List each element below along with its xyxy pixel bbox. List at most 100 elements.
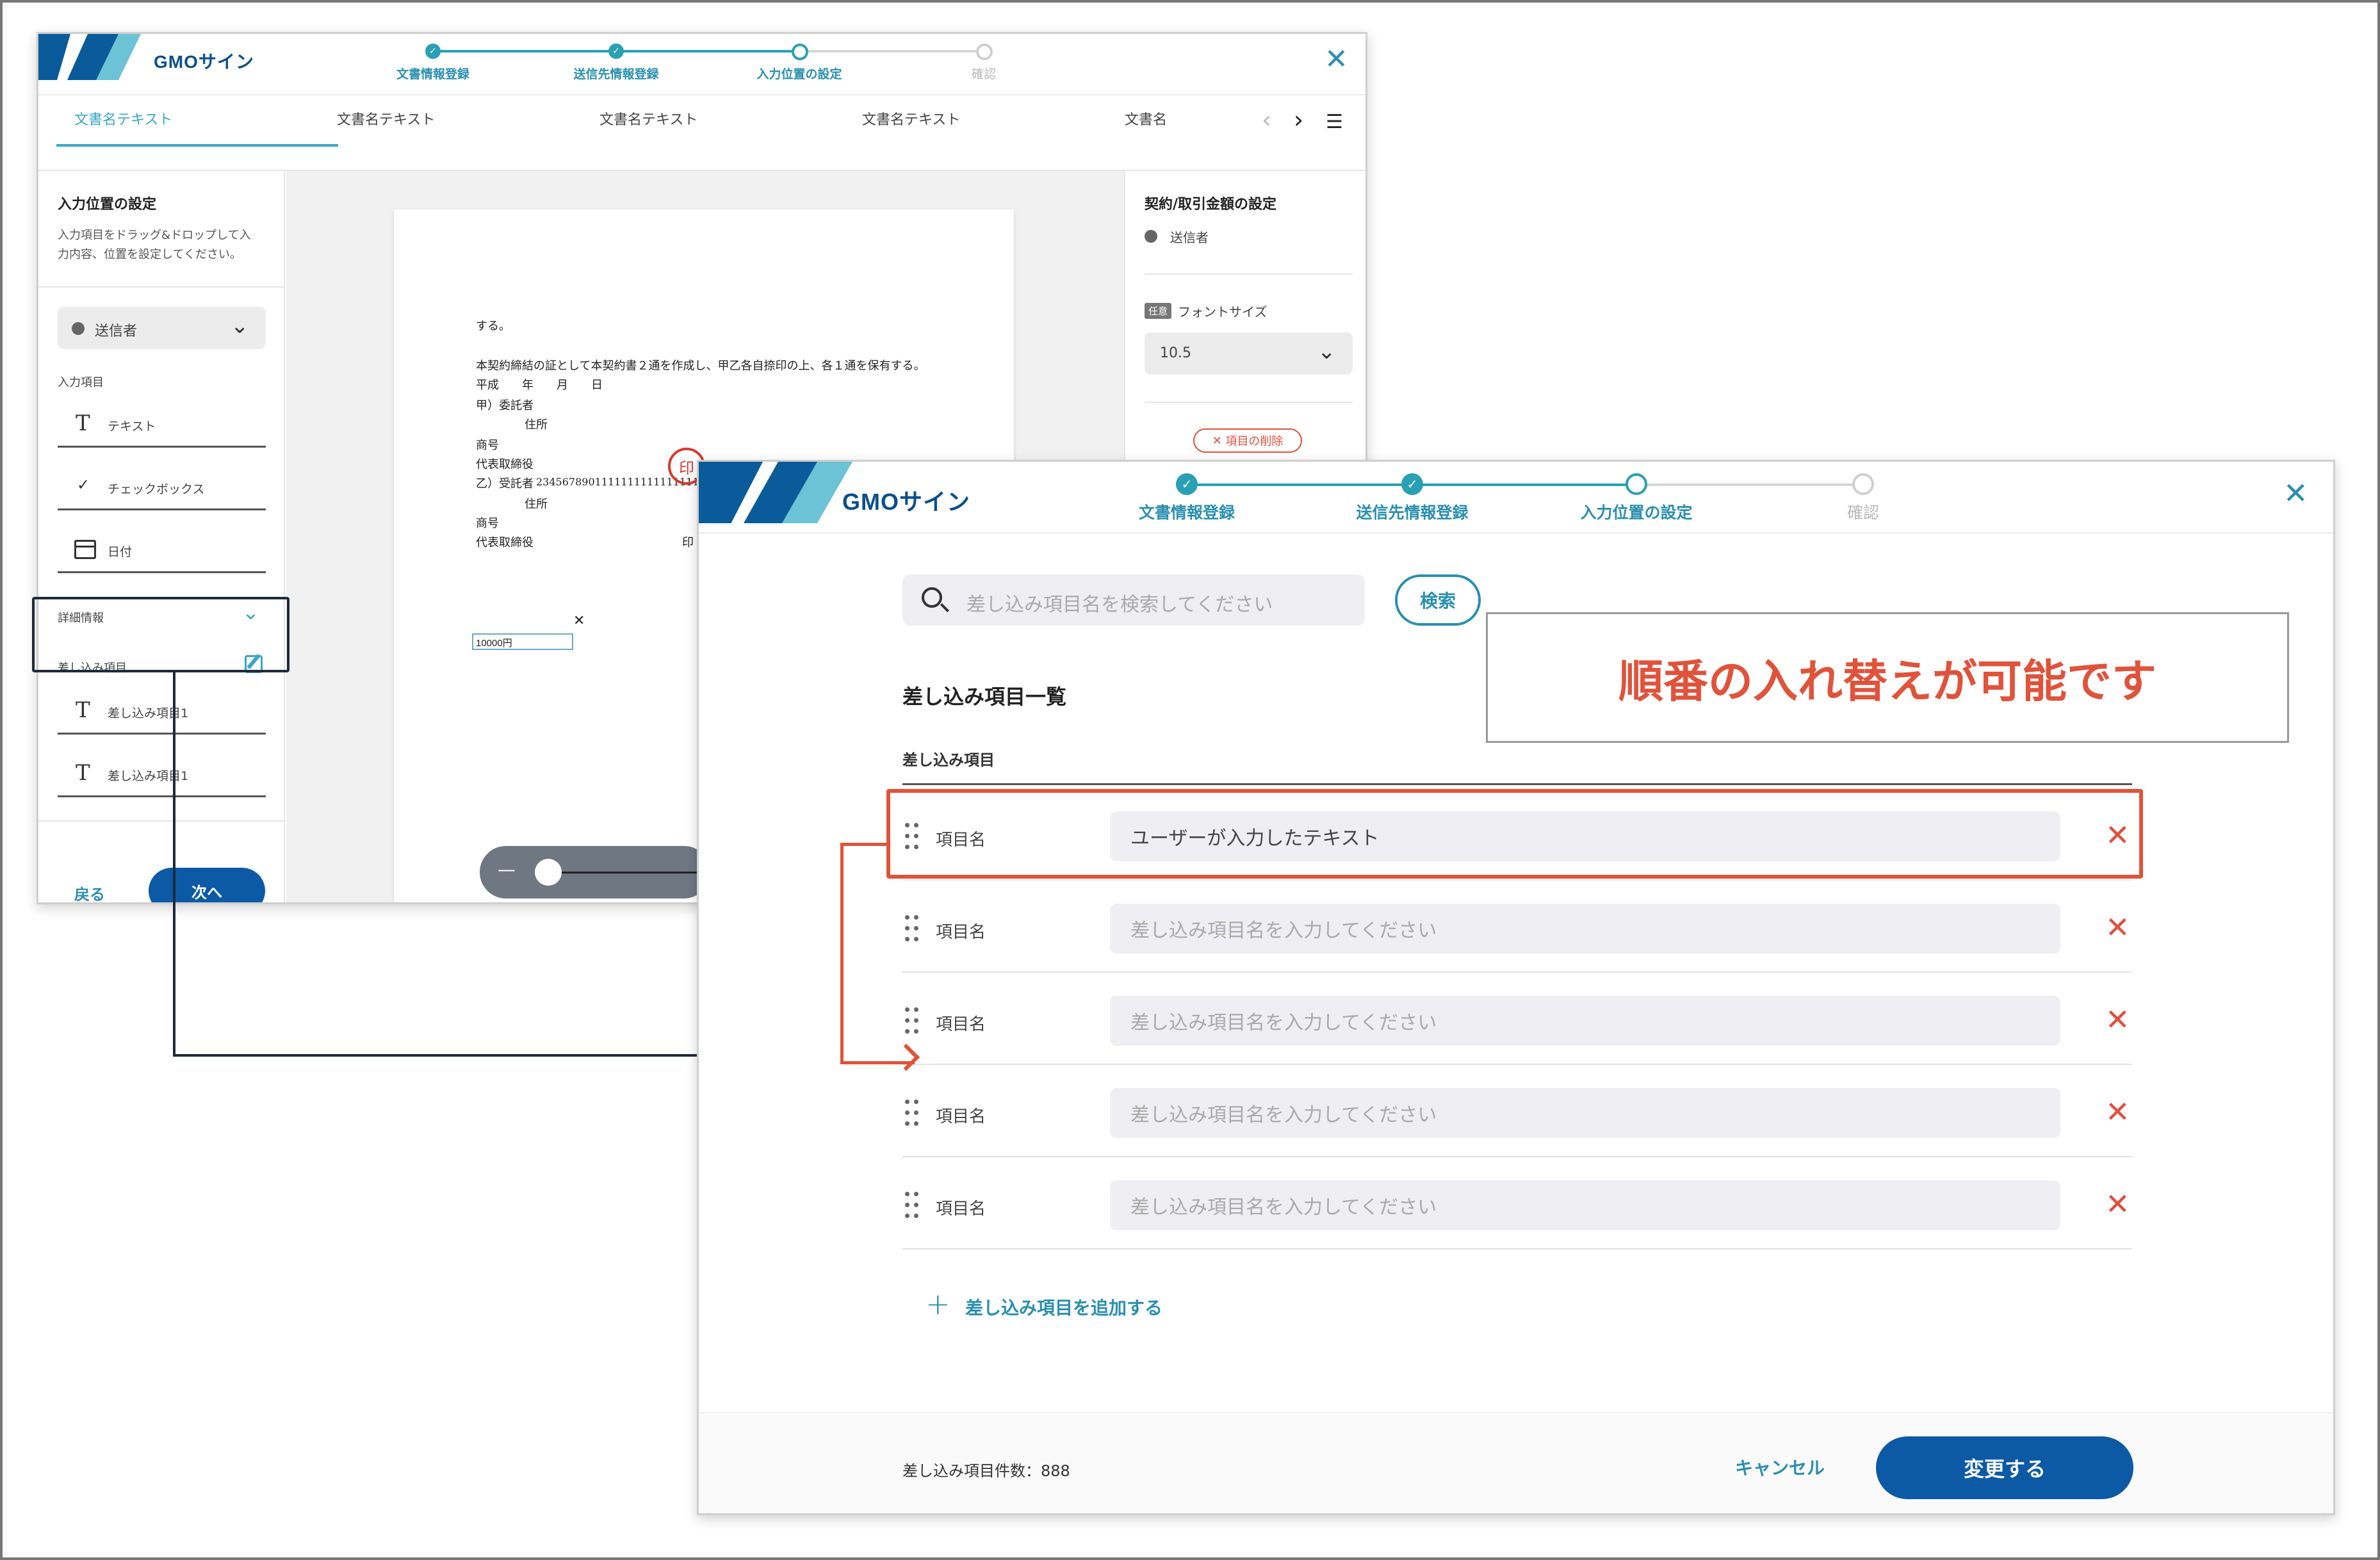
search-input[interactable]: 差し込み項目名を検索してください — [902, 574, 1365, 626]
check-icon: ✓ — [77, 476, 90, 494]
tab-document-1[interactable]: 文書名テキスト — [74, 95, 172, 145]
submit-button[interactable]: 変更する — [1876, 1436, 2133, 1499]
chevron-down-icon: ⌄ — [1317, 339, 1336, 364]
row-input[interactable]: 差し込み項目名を入力してください — [1110, 1088, 2060, 1138]
merge-item-2-label: 差し込み項目1 — [108, 769, 189, 783]
optional-badge: 任意 — [1145, 303, 1172, 319]
input-item-text-label: テキスト — [108, 419, 156, 434]
sidebar-desc-1: 入力項目をドラッグ&ドロップして入 — [58, 229, 251, 242]
doc-line: する。 — [476, 320, 510, 333]
amount-remove-icon[interactable]: ✕ — [573, 613, 585, 629]
signer-dot-icon — [72, 322, 85, 335]
step-4-todo-icon — [976, 44, 993, 60]
step-1-label: 文書情報登録 — [396, 67, 469, 81]
step-3-current-icon — [1626, 473, 1647, 495]
row-delete-icon[interactable]: ✕ — [2105, 1097, 2130, 1126]
back-header: GMOサイン ✓ ✓ 文書情報登録 送信先情報登録 入力位置の設定 確認 ✕ — [38, 34, 1365, 95]
delete-item-label: 項目の削除 — [1225, 435, 1284, 448]
doc-line: 商号 — [476, 517, 499, 530]
zoom-control[interactable]: — — [480, 846, 710, 898]
sidebar-title: 入力位置の設定 — [58, 197, 157, 213]
step-2-check-icon: ✓ — [608, 44, 624, 59]
row-label: 項目名 — [936, 923, 986, 942]
merge-item-2[interactable]: T 差し込み項目1 — [58, 751, 266, 797]
first-row-highlight — [886, 789, 2143, 879]
sidebar-desc-2: 力内容、位置を設定してください。 — [58, 248, 241, 261]
reorder-arrow-top — [840, 843, 886, 846]
step-2-check-icon: ✓ — [1401, 473, 1423, 495]
row-input[interactable]: 差し込み項目名を入力してください — [1110, 904, 2060, 954]
merge-item-highlight — [32, 597, 289, 672]
step-3-label: 入力位置の設定 — [756, 67, 842, 81]
row-input[interactable]: 差し込み項目名を入力してください — [1110, 996, 2060, 1046]
back-close-icon[interactable]: ✕ — [1324, 45, 1348, 74]
input-item-date[interactable]: 日付 — [58, 527, 266, 573]
add-merge-item-label: 差し込み項目を追加する — [965, 1297, 1163, 1319]
chevron-down-icon: ⌄ — [231, 313, 249, 339]
tab-document-5[interactable]: 文書名 — [1125, 95, 1167, 145]
doc-seal-mark: 印 — [682, 536, 694, 549]
signer-select[interactable]: 送信者 ⌄ — [58, 307, 266, 349]
drag-handle-icon[interactable] — [905, 1007, 919, 1036]
next-button[interactable]: 次へ — [149, 868, 265, 902]
right-panel-signer: 送信者 — [1170, 230, 1209, 245]
input-items-label: 入力項目 — [58, 376, 104, 389]
tab-document-4[interactable]: 文書名テキスト — [862, 95, 960, 145]
drag-handle-icon[interactable] — [905, 915, 919, 943]
row-label: 項目名 — [936, 1107, 986, 1126]
drag-handle-icon[interactable] — [905, 1192, 919, 1220]
tab-list-icon[interactable]: ☰ — [1326, 111, 1343, 133]
modal-close-icon[interactable]: ✕ — [2283, 478, 2308, 508]
cancel-button[interactable]: キャンセル — [1735, 1454, 1825, 1480]
step-1-label: 文書情報登録 — [1138, 503, 1235, 522]
connector-line-horizontal — [173, 1054, 698, 1057]
doc-line: 住所 — [525, 418, 548, 432]
row-label: 項目名 — [936, 1199, 986, 1219]
connector-line-vertical — [173, 672, 175, 1057]
doc-line: 甲）委託者 — [476, 399, 534, 412]
tab-document-3[interactable]: 文書名テキスト — [599, 95, 697, 145]
search-button[interactable]: 検索 — [1395, 574, 1481, 626]
tab-document-2[interactable]: 文書名テキスト — [337, 95, 435, 145]
document-tabs: 文書名テキスト 文書名テキスト 文書名テキスト 文書名テキスト 文書名 ‹ › … — [38, 95, 1365, 171]
font-size-select[interactable]: 10.5 ⌄ — [1145, 332, 1353, 375]
input-item-checkbox[interactable]: ✓ チェックボックス — [58, 464, 266, 510]
step-3-current-icon — [792, 44, 808, 60]
font-size-label: フォントサイズ — [1178, 304, 1267, 320]
row-input[interactable]: 差し込み項目名を入力してください — [1110, 1180, 2060, 1230]
zoom-out-icon[interactable]: — — [498, 859, 516, 880]
doc-line: 本契約締結の証として本契約書２通を作成し、甲乙各自捺印の上、各１通を保有する。 — [476, 359, 925, 373]
text-type-icon: T — [76, 697, 90, 723]
amount-field[interactable]: 10000円 — [472, 633, 573, 650]
doc-line: 乙）受託者 — [476, 477, 534, 491]
reorder-callout: 順番の入れ替えが可能です — [1486, 612, 2289, 743]
input-item-text[interactable]: T テキスト — [58, 402, 266, 448]
tab-next-icon[interactable]: › — [1294, 106, 1303, 134]
doc-line: 代表取締役 — [476, 536, 534, 549]
drag-handle-icon[interactable] — [905, 1100, 919, 1128]
row-label: 項目名 — [936, 1015, 986, 1034]
doc-line: 代表取締役 — [476, 458, 534, 471]
delete-x-icon: ✕ — [1212, 434, 1226, 448]
row-delete-icon[interactable]: ✕ — [2105, 913, 2130, 942]
column-header: 差し込み項目 — [902, 751, 995, 769]
back-sidebar: 入力位置の設定 入力項目をドラッグ&ドロップして入 力内容、位置を設定してくださ… — [38, 171, 285, 902]
zoom-slider-handle[interactable] — [535, 859, 562, 886]
doc-line: 住所 — [525, 498, 548, 511]
right-panel-title: 契約/取引金額の設定 — [1145, 197, 1277, 213]
row-delete-icon[interactable]: ✕ — [2105, 1005, 2130, 1034]
back-button[interactable]: 戻る — [74, 882, 105, 902]
merge-item-1[interactable]: T 差し込み項目1 — [58, 688, 266, 735]
amount-field-value: 10000円 — [476, 638, 512, 649]
doc-line: 平成 年 月 日 — [476, 378, 603, 392]
add-merge-item-button[interactable]: + 差し込み項目を追加する — [925, 1287, 1310, 1324]
reorder-arrow-vertical — [840, 843, 844, 1064]
doc-line: 商号 — [476, 439, 499, 452]
text-type-icon: T — [76, 410, 90, 436]
brand-name: GMOサイン — [842, 489, 970, 515]
tab-prev-icon[interactable]: ‹ — [1262, 106, 1271, 134]
step-4-label: 確認 — [1846, 503, 1879, 522]
row-delete-icon[interactable]: ✕ — [2105, 1189, 2130, 1219]
step-1-check-icon: ✓ — [1176, 473, 1198, 495]
delete-item-button[interactable]: ✕ 項目の削除 — [1193, 428, 1302, 453]
